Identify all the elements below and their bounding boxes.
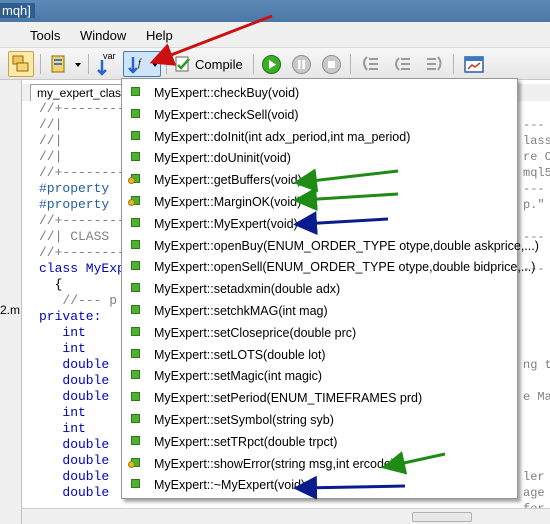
red-arrow [149, 14, 273, 66]
annotation-overlay [149, 14, 446, 500]
green-arrow-getbuffers [293, 168, 399, 193]
green-arrow-marginok [293, 187, 399, 212]
green-arrow-showerror [381, 451, 446, 475]
blue-arrow-destructor [293, 475, 406, 500]
blue-arrow-constructor [293, 211, 389, 236]
